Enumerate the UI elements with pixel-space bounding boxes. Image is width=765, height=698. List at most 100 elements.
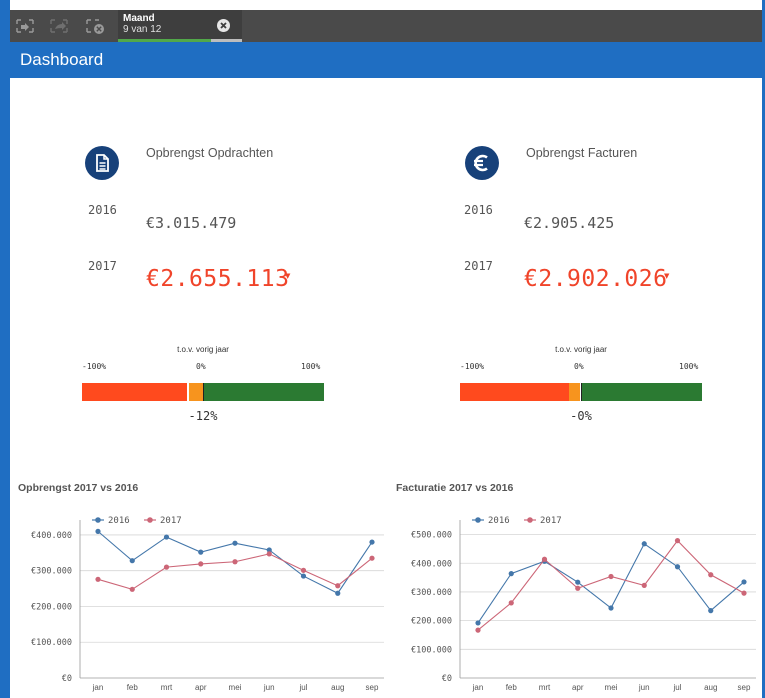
x-tick-label: aug xyxy=(331,683,344,692)
gauge-positive-zone xyxy=(203,383,324,401)
data-point-2017 xyxy=(641,582,647,588)
x-tick-label: aug xyxy=(704,683,717,692)
legend-marker xyxy=(475,517,481,523)
data-point-2016 xyxy=(741,579,747,585)
data-point-2016 xyxy=(335,590,341,596)
clear-selections-icon[interactable] xyxy=(84,17,106,35)
x-tick-label: jun xyxy=(638,683,650,692)
chart-svg: 2016 2017 €0 €100.000 €200.000 €300.000 €400.0… xyxy=(411,516,756,692)
gauge-min-label: -100% xyxy=(460,362,485,371)
page-title: Dashboard xyxy=(20,50,104,69)
y-tick-label: €100.000 xyxy=(411,645,452,655)
x-tick-label: apr xyxy=(195,683,207,692)
selections-forward-icon[interactable] xyxy=(48,17,70,35)
data-point-2017 xyxy=(300,567,307,573)
trend-down-icon: ▼ xyxy=(664,272,670,280)
data-point-2017 xyxy=(608,573,614,580)
data-point-2016 xyxy=(95,528,101,534)
kpi-value-cur: €2.902.026 xyxy=(524,266,668,292)
chart-title-facturatie: Facturatie 2017 vs 2016 xyxy=(396,482,514,494)
app-frame: Maand 9 van 12 Dashboard Opbrengst Opdra… xyxy=(0,0,765,698)
line-chart-opbrengst[interactable]: 2016 2017 €0 €100.000 €200.000 €300.000 €400.0… xyxy=(12,508,390,698)
gauge-title: t.o.v. vorig jaar xyxy=(177,345,229,354)
data-point-2017 xyxy=(741,590,747,596)
gauge-positive-zone xyxy=(581,383,702,401)
chart-svg: 2016 2017 €0 €100.000 €200.000 €300.000 €400.0… xyxy=(31,516,384,692)
gauge-value-label: -0% xyxy=(570,409,592,423)
data-point-2017 xyxy=(508,600,514,606)
data-point-2016 xyxy=(163,534,170,540)
gauge-negative-zone xyxy=(460,383,581,401)
legend-label: 2016 xyxy=(488,516,510,526)
data-point-2017 xyxy=(129,586,135,592)
gauge-max-label: 100% xyxy=(301,362,321,371)
series-line-2017 xyxy=(477,539,745,631)
data-point-2016 xyxy=(674,564,681,570)
x-tick-label: jul xyxy=(672,683,681,692)
legend-label: 2017 xyxy=(160,516,182,526)
kpi-value-cur: €2.655.113 xyxy=(146,266,290,292)
data-point-2017 xyxy=(575,585,581,591)
x-tick-label: sep xyxy=(366,683,379,692)
data-point-2017 xyxy=(674,538,681,544)
close-icon[interactable] xyxy=(216,18,231,33)
x-tick-label: mei xyxy=(229,683,242,692)
selections-back-icon[interactable] xyxy=(14,17,36,35)
data-point-2016 xyxy=(475,620,481,626)
data-point-2016 xyxy=(641,541,647,547)
x-tick-label: feb xyxy=(127,683,139,692)
gauge-zero-line xyxy=(203,383,204,401)
kpi-value-prev: €2.905.425 xyxy=(524,214,615,232)
y-tick-label: €200.000 xyxy=(411,617,452,627)
data-point-2017 xyxy=(369,555,375,561)
kpi-year-prev: 2016 xyxy=(88,203,117,217)
gauge-negative-zone xyxy=(82,383,203,401)
gauge-mid-label: 0% xyxy=(196,362,206,371)
gauge-bar xyxy=(460,383,702,401)
kpi-label-facturen: Opbrengst Facturen xyxy=(526,146,638,160)
gauge-value-fill xyxy=(188,383,203,401)
legend-marker xyxy=(95,517,101,523)
y-tick-label: €300.000 xyxy=(31,567,72,577)
data-point-2016 xyxy=(300,573,307,579)
data-point-2016 xyxy=(129,558,135,564)
gauge-zero-line xyxy=(581,383,582,401)
data-point-2017 xyxy=(541,556,548,562)
x-tick-label: sep xyxy=(738,683,751,692)
document-icon xyxy=(85,146,119,180)
selection-chip-maand[interactable]: Maand 9 van 12 xyxy=(118,10,242,42)
gauge-bar xyxy=(82,383,324,401)
data-point-2016 xyxy=(369,539,375,545)
data-point-2017 xyxy=(95,576,101,582)
data-point-2017 xyxy=(335,583,341,589)
line-chart-facturatie[interactable]: 2016 2017 €0 €100.000 €200.000 €300.000 €400.0… xyxy=(392,508,762,698)
x-tick-label: mei xyxy=(605,683,618,692)
x-tick-label: apr xyxy=(572,683,584,692)
kpi-value-prev: €3.015.479 xyxy=(146,214,237,232)
kpi-label-opdrachten: Opbrengst Opdrachten xyxy=(146,146,274,160)
data-point-2017 xyxy=(708,572,714,578)
x-tick-label: jan xyxy=(472,683,484,692)
sheet-header: Dashboard xyxy=(10,42,762,78)
data-point-2016 xyxy=(608,605,614,611)
data-point-2016 xyxy=(708,608,714,614)
legend-marker xyxy=(527,517,533,523)
chart-title-opbrengst: Opbrengst 2017 vs 2016 xyxy=(18,482,139,494)
x-tick-label: feb xyxy=(506,683,518,692)
y-tick-label: €400.000 xyxy=(411,559,452,569)
y-tick-label: €400.000 xyxy=(31,531,72,541)
data-point-2016 xyxy=(575,579,581,585)
data-point-2016 xyxy=(232,540,238,546)
selections-toolbar: Maand 9 van 12 xyxy=(10,10,762,42)
x-tick-label: jul xyxy=(298,683,307,692)
y-tick-label: €300.000 xyxy=(411,588,452,598)
gauge-title: t.o.v. vorig jaar xyxy=(555,345,607,354)
series-line-2016 xyxy=(477,542,745,624)
kpi-year-cur: 2017 xyxy=(88,259,117,273)
y-tick-label: €0 xyxy=(442,674,452,684)
gauge-mid-label: 0% xyxy=(574,362,584,371)
x-tick-label: jun xyxy=(263,683,275,692)
y-tick-label: €500.000 xyxy=(411,531,452,541)
gauge-value-label: -12% xyxy=(188,409,218,423)
data-point-2016 xyxy=(508,571,514,577)
